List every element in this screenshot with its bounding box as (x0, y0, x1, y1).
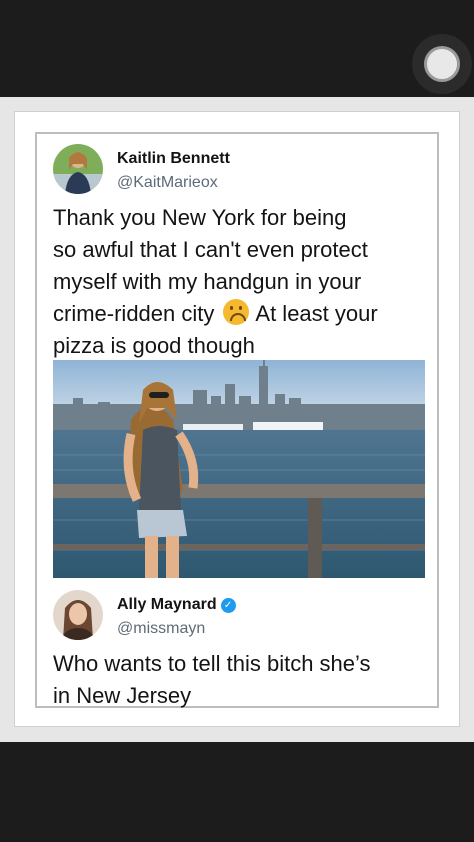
tweet-text-line: pizza is good though (53, 333, 255, 358)
reply-text-line: in New Jersey (53, 683, 192, 708)
tweet-text-fragment: crime-ridden city (53, 301, 215, 326)
reply-author-handle[interactable]: @missmayn (117, 620, 205, 638)
reply-author-name[interactable]: Ally Maynard ✓ (117, 596, 236, 614)
author-name[interactable]: Kaitlin Bennett (117, 150, 230, 168)
author-avatar[interactable] (53, 144, 103, 194)
tweet-text-line: so awful that I can't even protect (53, 237, 368, 262)
upside-down-face-emoji-icon (222, 299, 249, 325)
verified-badge-icon: ✓ (220, 598, 236, 613)
reply-text-line: Who wants to tell this bitch she’s (53, 651, 371, 676)
floating-action-button[interactable] (412, 34, 472, 94)
circle-icon (424, 46, 460, 82)
tweet-text: Thank you New York for being so awful th… (53, 202, 433, 362)
reply-author-name-text: Ally Maynard (117, 596, 217, 613)
bottom-bar (0, 742, 474, 842)
top-bar (0, 0, 474, 97)
tweet-card: Kaitlin Bennett @KaitMarieox Thank you N… (35, 132, 439, 708)
reply-avatar[interactable] (53, 590, 103, 640)
tweet-text-fragment: At least your (255, 301, 378, 326)
reply-text: Who wants to tell this bitch she’s in Ne… (53, 648, 433, 712)
tweet-text-line: myself with my handgun in your (53, 269, 362, 294)
tweet-text-line: Thank you New York for being (53, 205, 347, 230)
tweet-photo[interactable] (53, 360, 425, 578)
tweet-text-line: crime-ridden city At least your (53, 298, 433, 330)
screenshot-sheet: Kaitlin Bennett @KaitMarieox Thank you N… (0, 97, 474, 742)
image-frame: Kaitlin Bennett @KaitMarieox Thank you N… (14, 111, 460, 727)
author-handle[interactable]: @KaitMarieox (117, 174, 218, 192)
